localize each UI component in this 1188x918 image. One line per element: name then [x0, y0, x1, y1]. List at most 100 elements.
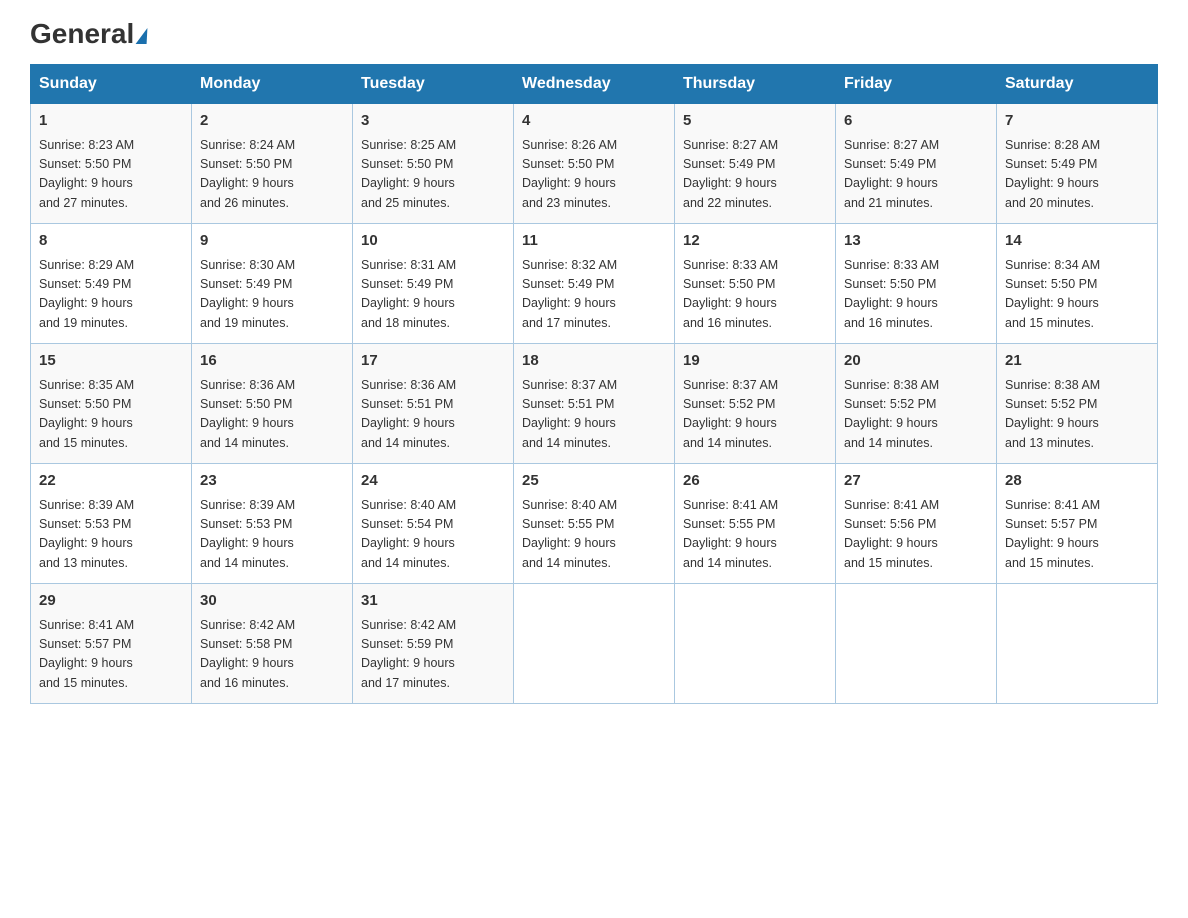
calendar-cell: 22 Sunrise: 8:39 AMSunset: 5:53 PMDayligh…	[31, 464, 192, 584]
day-info: Sunrise: 8:41 AMSunset: 5:55 PMDaylight:…	[683, 496, 827, 574]
day-info: Sunrise: 8:32 AMSunset: 5:49 PMDaylight:…	[522, 256, 666, 334]
calendar-cell: 27Sunrise: 8:41 AMSunset: 5:56 PMDayligh…	[836, 464, 997, 584]
day-info: Sunrise: 8:35 AMSunset: 5:50 PMDaylight:…	[39, 376, 183, 454]
calendar-cell: 8Sunrise: 8:29 AMSunset: 5:49 PMDaylight…	[31, 224, 192, 344]
week-row-5: 29 Sunrise: 8:41 AMSunset: 5:57 PMDayligh…	[31, 584, 1158, 704]
calendar-header-row: SundayMondayTuesdayWednesdayThursdayFrid…	[31, 65, 1158, 104]
calendar-cell: 15 Sunrise: 8:35 AMSunset: 5:50 PMDayligh…	[31, 344, 192, 464]
day-number: 21	[1005, 350, 1149, 373]
day-info: Sunrise: 8:37 AMSunset: 5:52 PMDaylight:…	[683, 376, 827, 454]
logo-general: General	[30, 20, 148, 48]
calendar-cell: 16 Sunrise: 8:36 AMSunset: 5:50 PMDayligh…	[192, 344, 353, 464]
day-info: Sunrise: 8:29 AMSunset: 5:49 PMDaylight:…	[39, 256, 183, 334]
calendar-cell: 21 Sunrise: 8:38 AMSunset: 5:52 PMDayligh…	[997, 344, 1158, 464]
day-info: Sunrise: 8:23 AMSunset: 5:50 PMDaylight:…	[39, 136, 183, 214]
day-number: 26	[683, 470, 827, 493]
calendar-cell: 14 Sunrise: 8:34 AMSunset: 5:50 PMDayligh…	[997, 224, 1158, 344]
calendar-cell: 13Sunrise: 8:33 AMSunset: 5:50 PMDayligh…	[836, 224, 997, 344]
day-info: Sunrise: 8:24 AMSunset: 5:50 PMDaylight:…	[200, 136, 344, 214]
day-number: 22	[39, 470, 183, 493]
day-number: 31	[361, 590, 505, 613]
header-wednesday: Wednesday	[514, 65, 675, 104]
day-number: 19	[683, 350, 827, 373]
day-info: Sunrise: 8:30 AMSunset: 5:49 PMDaylight:…	[200, 256, 344, 334]
calendar-cell: 31 Sunrise: 8:42 AMSunset: 5:59 PMDayligh…	[353, 584, 514, 704]
header-friday: Friday	[836, 65, 997, 104]
calendar-cell	[514, 584, 675, 704]
calendar-cell: 25Sunrise: 8:40 AMSunset: 5:55 PMDayligh…	[514, 464, 675, 584]
day-number: 12	[683, 230, 827, 253]
day-number: 30	[200, 590, 344, 613]
day-number: 1	[39, 110, 183, 133]
day-info: Sunrise: 8:42 AMSunset: 5:59 PMDaylight:…	[361, 616, 505, 694]
calendar-cell: 28 Sunrise: 8:41 AMSunset: 5:57 PMDayligh…	[997, 464, 1158, 584]
week-row-3: 15 Sunrise: 8:35 AMSunset: 5:50 PMDayligh…	[31, 344, 1158, 464]
calendar-cell: 4 Sunrise: 8:26 AMSunset: 5:50 PMDaylight…	[514, 104, 675, 224]
day-number: 10	[361, 230, 505, 253]
calendar-cell: 2 Sunrise: 8:24 AMSunset: 5:50 PMDaylight…	[192, 104, 353, 224]
calendar-cell: 11 Sunrise: 8:32 AMSunset: 5:49 PMDayligh…	[514, 224, 675, 344]
day-info: Sunrise: 8:39 AMSunset: 5:53 PMDaylight:…	[39, 496, 183, 574]
calendar-cell: 17Sunrise: 8:36 AMSunset: 5:51 PMDayligh…	[353, 344, 514, 464]
header-tuesday: Tuesday	[353, 65, 514, 104]
page-header: General	[30, 20, 1158, 46]
day-number: 24	[361, 470, 505, 493]
day-info: Sunrise: 8:39 AMSunset: 5:53 PMDaylight:…	[200, 496, 344, 574]
header-sunday: Sunday	[31, 65, 192, 104]
calendar-cell: 7 Sunrise: 8:28 AMSunset: 5:49 PMDaylight…	[997, 104, 1158, 224]
header-monday: Monday	[192, 65, 353, 104]
day-number: 29	[39, 590, 183, 613]
day-info: Sunrise: 8:26 AMSunset: 5:50 PMDaylight:…	[522, 136, 666, 214]
day-info: Sunrise: 8:34 AMSunset: 5:50 PMDaylight:…	[1005, 256, 1149, 334]
calendar-cell: 29 Sunrise: 8:41 AMSunset: 5:57 PMDayligh…	[31, 584, 192, 704]
calendar-cell: 10 Sunrise: 8:31 AMSunset: 5:49 PMDayligh…	[353, 224, 514, 344]
day-number: 11	[522, 230, 666, 253]
week-row-1: 1 Sunrise: 8:23 AMSunset: 5:50 PMDaylight…	[31, 104, 1158, 224]
header-saturday: Saturday	[997, 65, 1158, 104]
day-info: Sunrise: 8:25 AMSunset: 5:50 PMDaylight:…	[361, 136, 505, 214]
header-thursday: Thursday	[675, 65, 836, 104]
day-info: Sunrise: 8:41 AMSunset: 5:57 PMDaylight:…	[39, 616, 183, 694]
logo: General	[30, 20, 148, 46]
day-info: Sunrise: 8:27 AMSunset: 5:49 PMDaylight:…	[683, 136, 827, 214]
day-number: 4	[522, 110, 666, 133]
day-info: Sunrise: 8:41 AMSunset: 5:57 PMDaylight:…	[1005, 496, 1149, 574]
calendar-cell	[675, 584, 836, 704]
day-number: 6	[844, 110, 988, 133]
calendar-cell: 9Sunrise: 8:30 AMSunset: 5:49 PMDaylight…	[192, 224, 353, 344]
day-info: Sunrise: 8:36 AMSunset: 5:50 PMDaylight:…	[200, 376, 344, 454]
week-row-4: 22 Sunrise: 8:39 AMSunset: 5:53 PMDayligh…	[31, 464, 1158, 584]
calendar-table: SundayMondayTuesdayWednesdayThursdayFrid…	[30, 64, 1158, 704]
calendar-cell: 30Sunrise: 8:42 AMSunset: 5:58 PMDayligh…	[192, 584, 353, 704]
calendar-cell: 18Sunrise: 8:37 AMSunset: 5:51 PMDayligh…	[514, 344, 675, 464]
day-info: Sunrise: 8:40 AMSunset: 5:54 PMDaylight:…	[361, 496, 505, 574]
day-number: 27	[844, 470, 988, 493]
day-info: Sunrise: 8:31 AMSunset: 5:49 PMDaylight:…	[361, 256, 505, 334]
calendar-cell: 26 Sunrise: 8:41 AMSunset: 5:55 PMDayligh…	[675, 464, 836, 584]
calendar-cell: 5 Sunrise: 8:27 AMSunset: 5:49 PMDaylight…	[675, 104, 836, 224]
day-info: Sunrise: 8:37 AMSunset: 5:51 PMDaylight:…	[522, 376, 666, 454]
calendar-cell: 12 Sunrise: 8:33 AMSunset: 5:50 PMDayligh…	[675, 224, 836, 344]
day-number: 5	[683, 110, 827, 133]
day-info: Sunrise: 8:38 AMSunset: 5:52 PMDaylight:…	[1005, 376, 1149, 454]
day-number: 16	[200, 350, 344, 373]
day-info: Sunrise: 8:33 AMSunset: 5:50 PMDaylight:…	[683, 256, 827, 334]
day-number: 28	[1005, 470, 1149, 493]
calendar-cell	[997, 584, 1158, 704]
calendar-cell: 23Sunrise: 8:39 AMSunset: 5:53 PMDayligh…	[192, 464, 353, 584]
calendar-cell: 19 Sunrise: 8:37 AMSunset: 5:52 PMDayligh…	[675, 344, 836, 464]
day-number: 3	[361, 110, 505, 133]
week-row-2: 8Sunrise: 8:29 AMSunset: 5:49 PMDaylight…	[31, 224, 1158, 344]
day-number: 7	[1005, 110, 1149, 133]
day-info: Sunrise: 8:28 AMSunset: 5:49 PMDaylight:…	[1005, 136, 1149, 214]
day-number: 13	[844, 230, 988, 253]
day-info: Sunrise: 8:36 AMSunset: 5:51 PMDaylight:…	[361, 376, 505, 454]
calendar-cell: 3 Sunrise: 8:25 AMSunset: 5:50 PMDaylight…	[353, 104, 514, 224]
day-info: Sunrise: 8:27 AMSunset: 5:49 PMDaylight:…	[844, 136, 988, 214]
day-number: 2	[200, 110, 344, 133]
day-number: 15	[39, 350, 183, 373]
day-number: 20	[844, 350, 988, 373]
day-number: 14	[1005, 230, 1149, 253]
calendar-cell: 1 Sunrise: 8:23 AMSunset: 5:50 PMDaylight…	[31, 104, 192, 224]
calendar-cell: 24 Sunrise: 8:40 AMSunset: 5:54 PMDayligh…	[353, 464, 514, 584]
